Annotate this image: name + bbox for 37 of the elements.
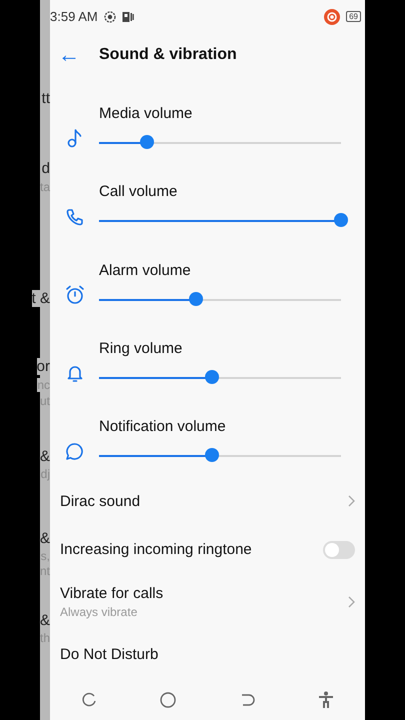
slider-thumb[interactable]: [140, 135, 154, 150]
home-icon[interactable]: [160, 692, 176, 708]
slider-thumb[interactable]: [204, 448, 219, 462]
chat-bubble-icon: [65, 442, 84, 462]
accessibility-icon[interactable]: [318, 690, 334, 709]
alarm-clock-icon: [64, 284, 84, 305]
setting-title: Do Not Disturb: [60, 646, 160, 664]
settings-item[interactable]: Do Not Disturb: [50, 630, 365, 680]
volume-label: Notification volume: [99, 418, 227, 436]
recording-icon: [324, 8, 340, 25]
volume-label: Alarm volume: [99, 262, 192, 279]
slider-thumb[interactable]: [188, 292, 203, 306]
app-notification-icon: [122, 10, 134, 23]
music-note-icon: [66, 128, 82, 148]
setting-title: Increasing incoming ringtone: [60, 541, 253, 558]
chevron-right-icon: [348, 495, 355, 508]
volume-label: Media volume: [99, 105, 194, 122]
back-button[interactable]: ←: [50, 42, 99, 68]
setting-subtitle: Always vibrate: [60, 605, 138, 620]
volume-label: Call volume: [99, 183, 178, 200]
chevron-right-icon: [348, 596, 355, 608]
setting-title: Vibrate for calls: [60, 585, 164, 602]
slider-thumb[interactable]: [334, 213, 348, 228]
battery-level: 69: [346, 11, 361, 22]
slider-thumb[interactable]: [204, 370, 219, 384]
toggle-switch[interactable]: [323, 540, 355, 559]
background-text: or: [36, 358, 50, 375]
recent-apps-icon[interactable]: [81, 692, 98, 708]
settings-item[interactable]: Increasing incoming ringtone: [50, 526, 365, 574]
phone-icon: [66, 208, 84, 226]
target-icon: [104, 10, 116, 23]
volume-label: Ring volume: [99, 340, 184, 357]
setting-title: Dirac sound: [60, 492, 142, 510]
settings-item[interactable]: Vibrate for calls Always vibrate: [50, 574, 365, 630]
screen-title: Sound & vibration: [99, 46, 237, 64]
settings-item[interactable]: Dirac sound: [50, 476, 365, 526]
status-time: 3:59 AM: [50, 9, 98, 24]
